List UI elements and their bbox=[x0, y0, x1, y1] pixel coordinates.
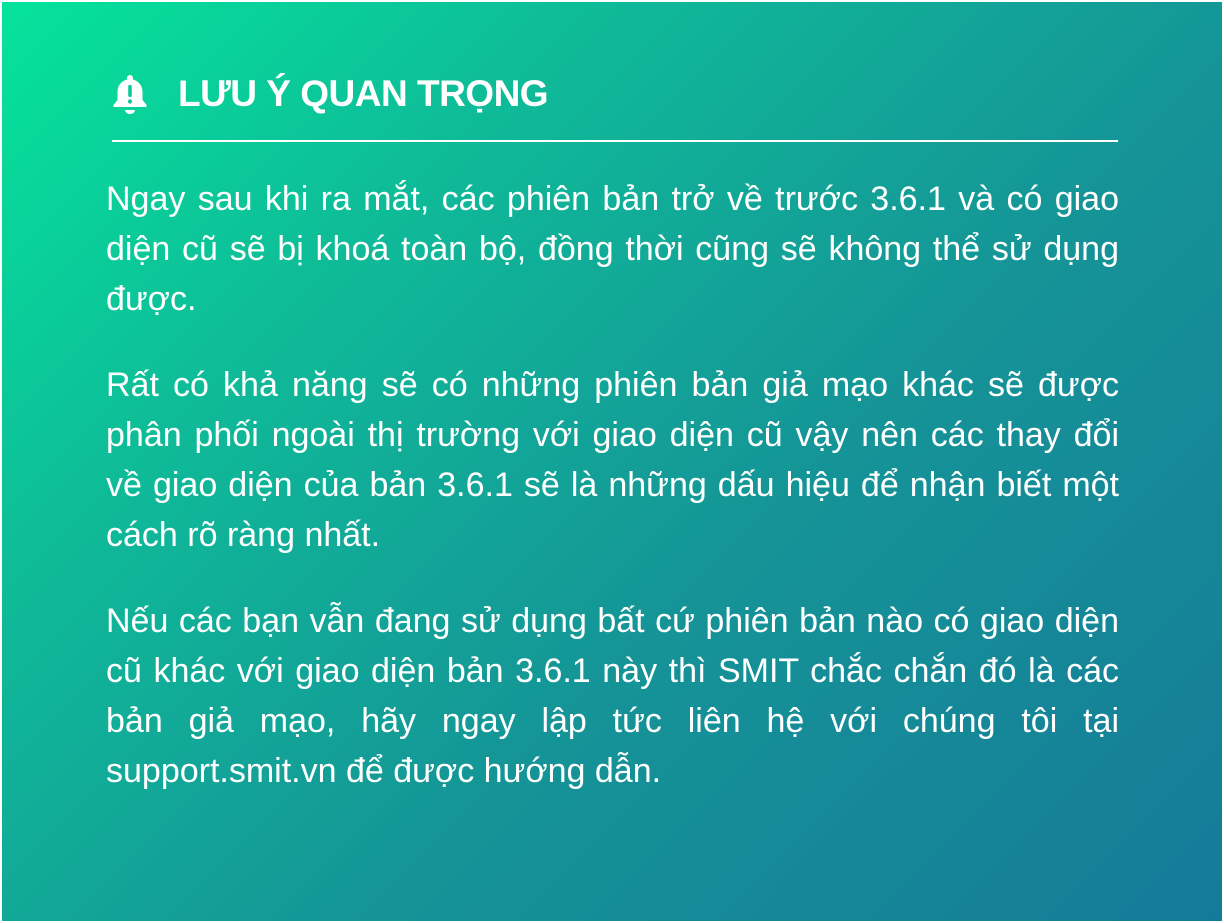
notice-card: LƯU Ý QUAN TRỌNG Ngay sau khi ra mắt, cá… bbox=[2, 2, 1222, 921]
header-divider bbox=[112, 140, 1118, 142]
notice-header: LƯU Ý QUAN TRỌNG bbox=[112, 70, 549, 118]
bell-icon bbox=[112, 70, 152, 118]
notice-paragraph: Rất có khả năng sẽ có những phiên bản gi… bbox=[106, 366, 1119, 554]
notice-title: LƯU Ý QUAN TRỌNG bbox=[178, 73, 549, 114]
notice-paragraph: Nếu các bạn vẫn đang sử dụng bất cứ phiê… bbox=[106, 602, 1119, 790]
notice-paragraph: Ngay sau khi ra mắt, các phiên bản trở v… bbox=[106, 180, 1119, 318]
notice-body: Ngay sau khi ra mắt, các phiên bản trở v… bbox=[106, 174, 1119, 832]
